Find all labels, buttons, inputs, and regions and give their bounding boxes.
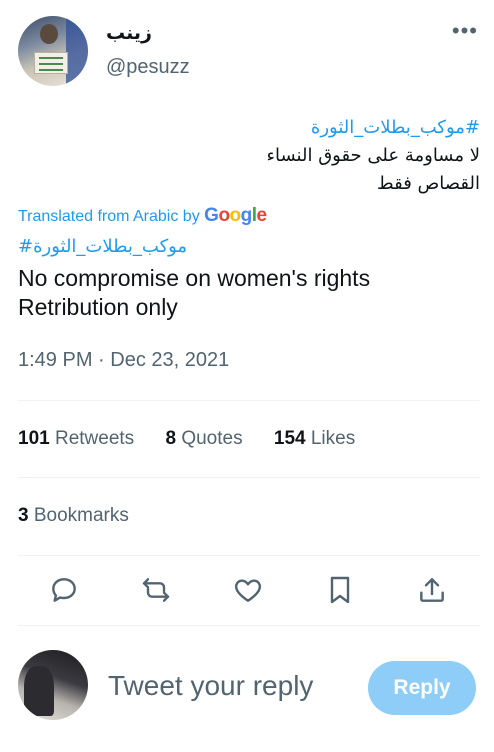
likes-stat[interactable]: 154 Likes — [274, 428, 355, 449]
translated-text-line: No compromise on women's rights — [18, 265, 371, 291]
engagement-stats: 101 Retweets 8 Quotes 154 Likes — [18, 428, 381, 450]
author-display-name[interactable]: زينب — [106, 22, 152, 44]
ellipsis-icon[interactable]: ••• — [452, 20, 478, 42]
divider — [18, 400, 480, 401]
translated-hashtag[interactable]: #موكب_بطلات_الثورة — [18, 236, 187, 257]
tweet-text-line: لا مساومة على حقوق النساء — [266, 145, 480, 166]
tweet-original-text: #موكب_بطلات_الثورة لا مساومة على حقوق ال… — [60, 114, 480, 198]
author-avatar[interactable] — [18, 16, 88, 86]
google-logo: Google — [204, 205, 267, 226]
translated-text-line: Retribution only — [18, 294, 178, 320]
reply-icon[interactable] — [48, 574, 80, 606]
tweet-timestamp[interactable]: 1:49 PM · Dec 23, 2021 — [18, 349, 229, 372]
translation-label: Translated from Arabic by — [18, 208, 200, 225]
quotes-stat[interactable]: 8 Quotes — [165, 428, 242, 449]
bookmark-icon[interactable] — [324, 574, 356, 606]
action-bar — [18, 566, 480, 614]
share-icon[interactable] — [416, 574, 448, 606]
divider — [18, 477, 480, 478]
tweet-header: زينب @pesuzz ••• — [18, 16, 480, 88]
divider — [18, 625, 480, 626]
divider — [18, 555, 480, 556]
reply-button[interactable]: Reply — [368, 661, 476, 715]
like-icon[interactable] — [232, 574, 264, 606]
bookmarks-stat[interactable]: 3 Bookmarks — [18, 505, 155, 527]
translation-attribution[interactable]: Translated from Arabic by Google — [18, 205, 267, 227]
retweet-icon[interactable] — [140, 574, 172, 606]
tweet-text-line: القصاص فقط — [377, 173, 480, 194]
reply-input[interactable]: Tweet your reply — [108, 670, 313, 702]
retweets-stat[interactable]: 101 Retweets — [18, 428, 134, 449]
user-avatar[interactable] — [18, 650, 88, 720]
tweet-hashtag[interactable]: #موكب_بطلات_الثورة — [60, 114, 480, 142]
author-handle[interactable]: @pesuzz — [106, 56, 190, 79]
